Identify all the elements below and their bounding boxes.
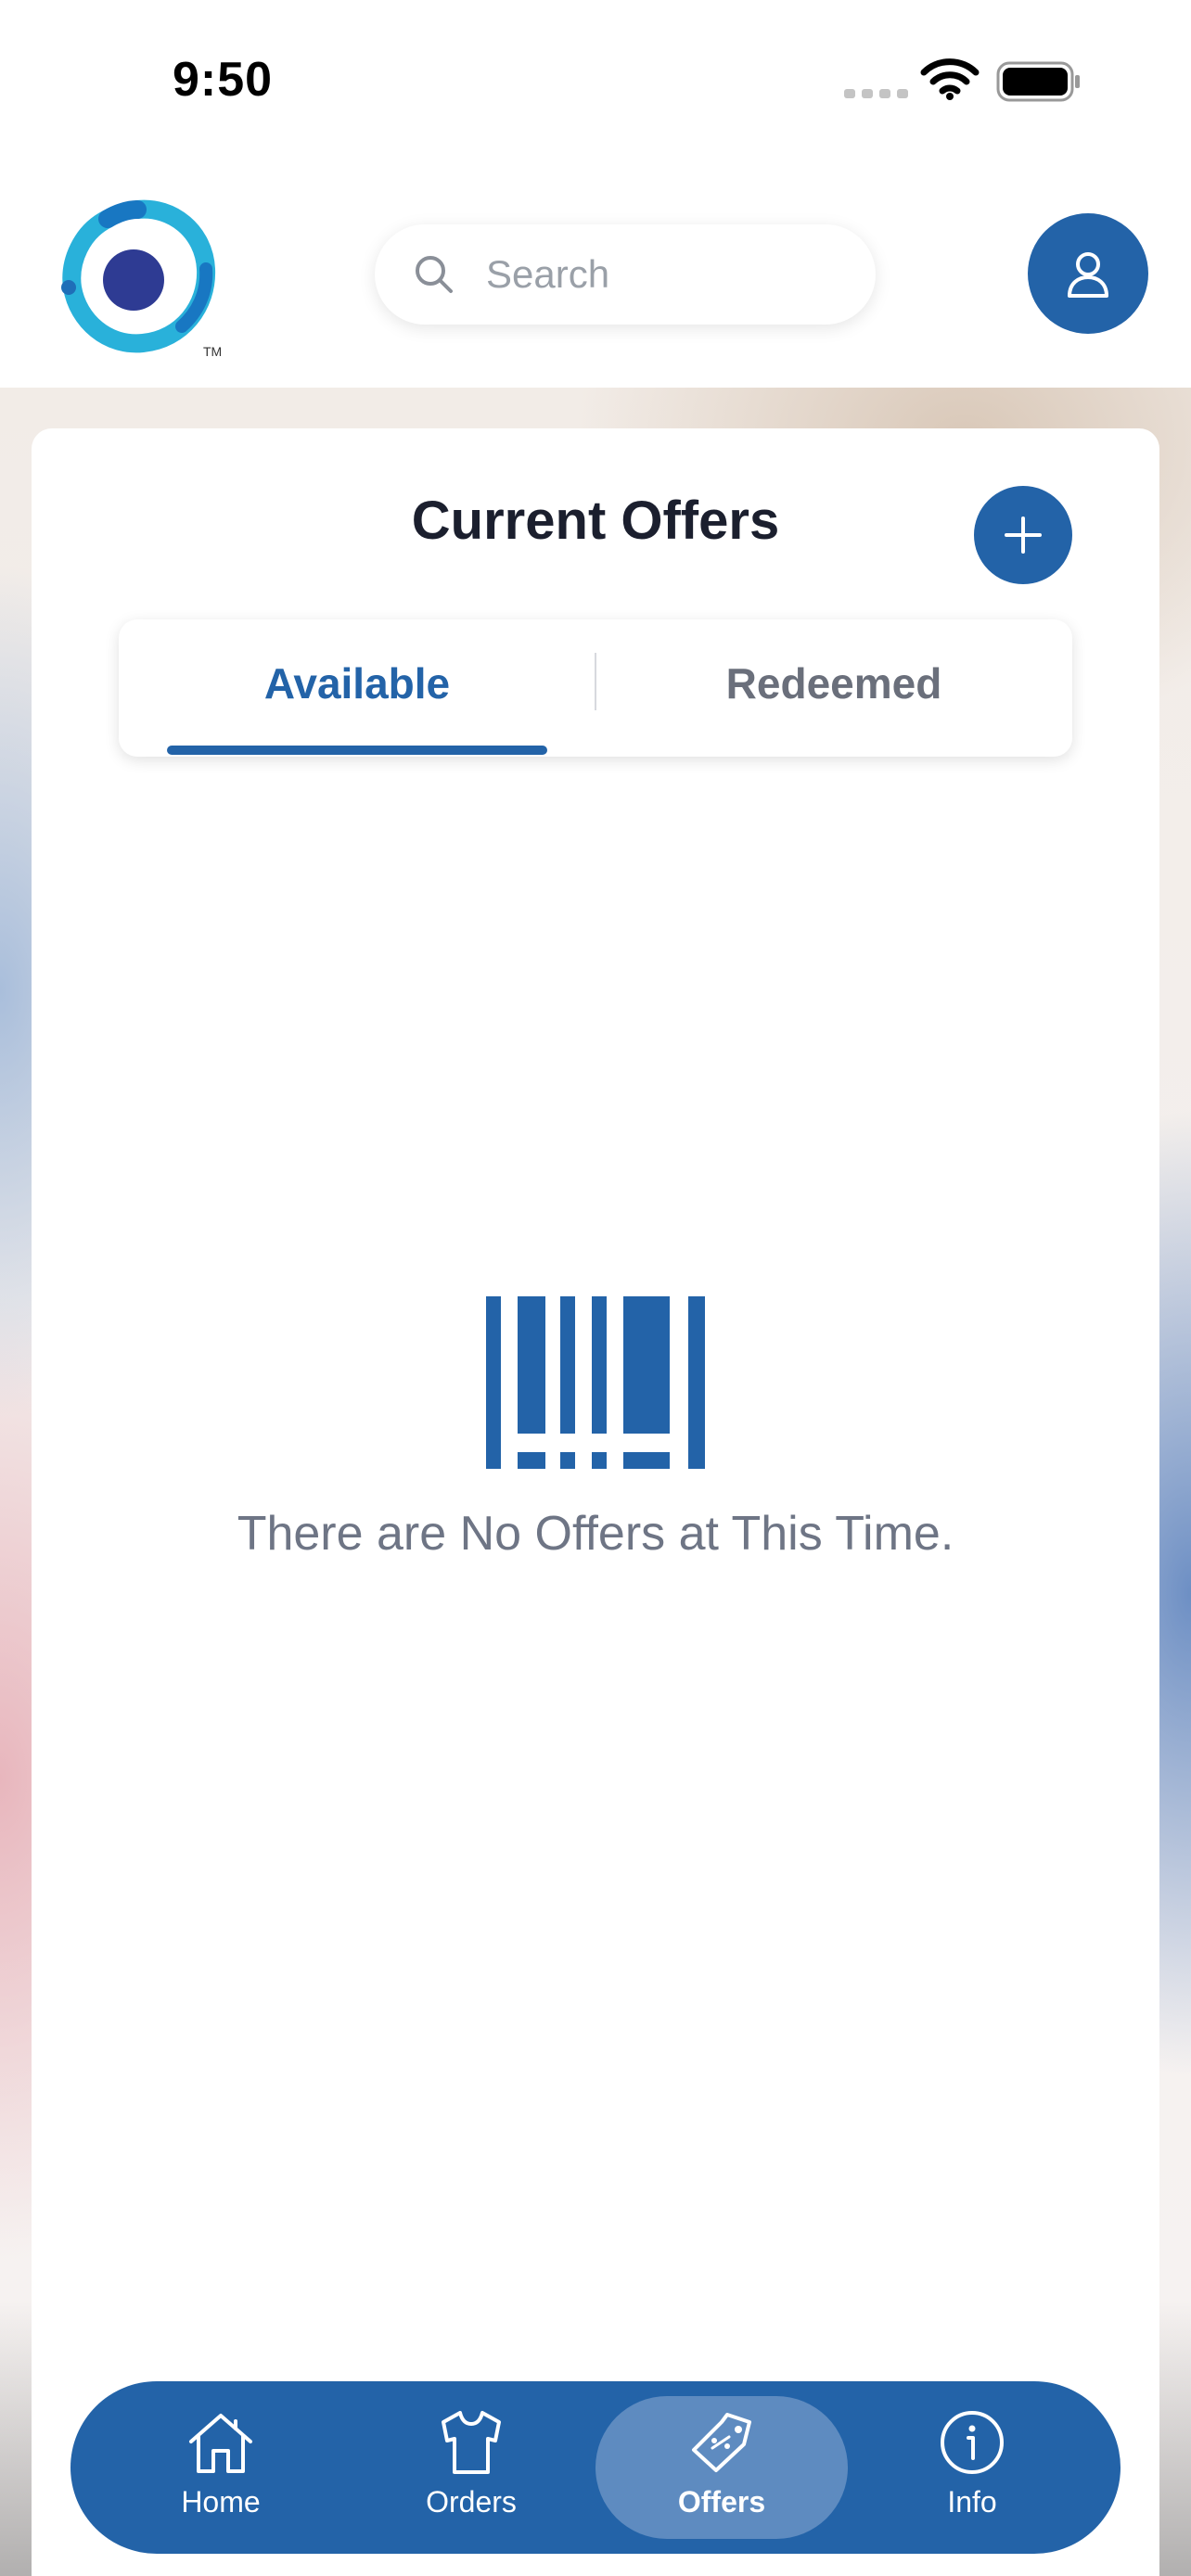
shirt-icon [442,2411,501,2474]
tag-icon [692,2413,751,2472]
nav-item-orders[interactable]: Orders [345,2396,597,2539]
info-icon [941,2411,1004,2474]
nav-item-home[interactable]: Home [95,2396,347,2539]
home-icon [189,2414,252,2473]
wifi-icon [920,58,980,100]
search-input[interactable] [486,249,839,300]
nav-label-orders: Orders [426,2485,517,2519]
profile-button[interactable] [1028,213,1148,334]
tab-available[interactable]: Available [119,619,596,757]
user-icon [1068,252,1108,298]
nav-item-info[interactable]: Info [846,2396,1098,2539]
status-time: 9:50 [173,53,274,107]
nav-label-info: Info [947,2485,997,2519]
brand-logo[interactable]: TM [52,191,228,358]
bottom-navigation: Home Orders Offers Info [70,2381,1121,2554]
nav-label-home: Home [181,2485,261,2519]
app-header: TM [0,167,1191,388]
nav-item-offers[interactable]: Offers [596,2396,848,2539]
search-box[interactable] [375,224,876,325]
logo-trademark: TM [203,344,222,358]
plus-icon [1005,516,1042,554]
status-bar: 9:50 [0,0,1191,167]
barcode-icon [486,1296,705,1469]
nav-label-offers: Offers [677,2485,766,2519]
tab-redeemed[interactable]: Redeemed [596,619,1072,757]
offers-tabs: Available Redeemed [119,619,1072,757]
add-offer-button[interactable] [974,486,1072,584]
active-tab-indicator [167,746,547,755]
empty-state-message: There are No Offers at This Time. [237,1507,954,1561]
offers-card: Current Offers Available Redeemed There … [32,428,1159,2576]
search-icon [416,256,453,293]
cellular-signal-icon [844,89,908,98]
battery-icon [996,61,1080,102]
